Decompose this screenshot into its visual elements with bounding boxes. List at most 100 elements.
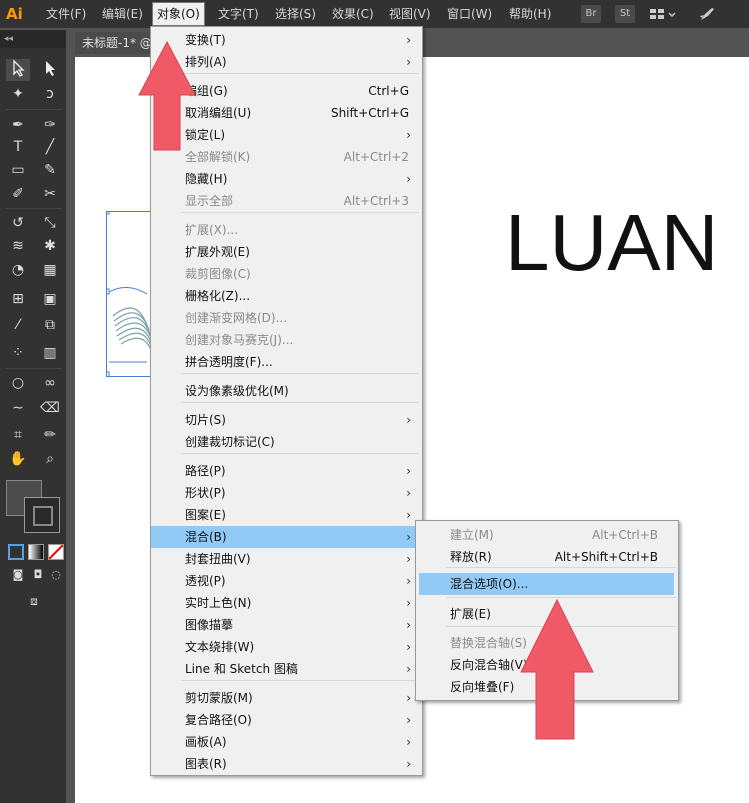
- rocket-icon[interactable]: [697, 5, 717, 23]
- object-menu-item[interactable]: 透视(P) ›: [151, 570, 422, 592]
- object-menu-item[interactable]: 扩展外观(E): [151, 241, 422, 263]
- hand-tool-icon[interactable]: ✋: [6, 448, 30, 470]
- none-mode-icon[interactable]: [48, 544, 64, 560]
- object-menu-item: 扩展(X)...: [151, 219, 422, 241]
- menu-select[interactable]: 选择(S): [271, 3, 320, 25]
- object-menu-item[interactable]: 图像描摹 ›: [151, 614, 422, 636]
- smooth-tool-icon[interactable]: ∼: [6, 397, 30, 419]
- scale-tool-icon[interactable]: ⤡: [38, 212, 62, 234]
- menu-item-label: 替换混合轴(S): [450, 636, 527, 650]
- menu-item-label: 画板(A): [185, 735, 227, 749]
- menu-type[interactable]: 文字(T): [214, 3, 263, 25]
- artboard-tool-icon[interactable]: ○: [6, 372, 30, 394]
- screen-mode-icon[interactable]: ⧈: [22, 590, 46, 612]
- pencil-tool-icon[interactable]: ✏: [38, 424, 62, 446]
- blend-submenu-item: 建立(M) Alt+Ctrl+B: [416, 524, 678, 546]
- menu-help[interactable]: 帮助(H): [505, 3, 555, 25]
- selected-blend-object[interactable]: [103, 208, 154, 378]
- stroke-swatch[interactable]: [24, 497, 60, 533]
- color-mode-icon[interactable]: [8, 544, 24, 560]
- shaper-tool-icon[interactable]: ✐: [6, 183, 30, 205]
- graph-tool-icon[interactable]: ▥: [38, 342, 62, 364]
- menu-edit[interactable]: 编辑(E): [98, 3, 147, 25]
- menu-item-label: 创建裁切标记(C): [185, 435, 275, 449]
- object-menu-item[interactable]: 复合路径(O) ›: [151, 709, 422, 731]
- eraser-tool-icon[interactable]: ⌫: [38, 397, 62, 419]
- mesh-tool-icon[interactable]: ⊞: [6, 288, 30, 310]
- object-menu-item[interactable]: 剪切蒙版(M) ›: [151, 687, 422, 709]
- zoom-tool-icon[interactable]: ⌕: [38, 448, 62, 470]
- lasso-icon[interactable]: ↄ: [38, 83, 62, 105]
- menu-item-label: 拼合透明度(F)...: [185, 355, 273, 369]
- object-menu-item[interactable]: 设为像素级优化(M): [151, 380, 422, 402]
- submenu-chevron-icon: ›: [406, 574, 411, 588]
- object-menu-item[interactable]: 画板(A) ›: [151, 731, 422, 753]
- menu-window[interactable]: 窗口(W): [443, 3, 496, 25]
- menu-item-label: 隐藏(H): [185, 172, 228, 186]
- menu-item-label: 栅格化(Z)...: [185, 289, 251, 303]
- object-menu-item[interactable]: 栅格化(Z)...: [151, 285, 422, 307]
- slice-tool-icon[interactable]: ∞: [38, 372, 62, 394]
- symbol-sprayer-icon[interactable]: ⁘: [6, 342, 30, 364]
- gradient-mode-icon[interactable]: [28, 544, 44, 560]
- shape-builder-icon[interactable]: ◔: [6, 259, 30, 281]
- menu-object[interactable]: 对象(O): [152, 2, 205, 26]
- object-menu-item[interactable]: 创建裁切标记(C): [151, 431, 422, 453]
- object-menu-item[interactable]: 混合(B) ›: [151, 526, 422, 548]
- draw-inside-icon[interactable]: ◌: [44, 564, 68, 586]
- object-menu-item[interactable]: 隐藏(H) ›: [151, 168, 422, 190]
- menu-item-label: 扩展(X)...: [185, 223, 239, 237]
- object-menu-item[interactable]: 路径(P) ›: [151, 460, 422, 482]
- eyedropper-icon[interactable]: ⁄: [6, 314, 30, 336]
- perspective-grid-icon[interactable]: ▦: [38, 259, 62, 281]
- submenu-chevron-icon: ›: [406, 530, 411, 544]
- menu-view[interactable]: 视图(V): [385, 3, 435, 25]
- blend-submenu-item[interactable]: 释放(R) Alt+Shift+Ctrl+B: [416, 546, 678, 568]
- direct-selection-tool-icon[interactable]: [38, 59, 62, 81]
- app-logo: Ai: [6, 5, 23, 23]
- line-tool-icon[interactable]: ╱: [38, 136, 62, 158]
- stock-button[interactable]: St: [615, 5, 635, 23]
- object-menu-item[interactable]: Line 和 Sketch 图稿 ›: [151, 658, 422, 680]
- object-menu-item[interactable]: 文本绕排(W) ›: [151, 636, 422, 658]
- menu-item-label: 实时上色(N): [185, 596, 252, 610]
- object-menu-item[interactable]: 图案(E) ›: [151, 504, 422, 526]
- bridge-button[interactable]: Br: [581, 5, 601, 23]
- menu-item-label: 复合路径(O): [185, 713, 252, 727]
- submenu-chevron-icon: ›: [406, 128, 411, 142]
- object-menu-item[interactable]: 形状(P) ›: [151, 482, 422, 504]
- menu-separator: [181, 402, 419, 403]
- selection-tool-icon[interactable]: [6, 59, 30, 81]
- magic-wand-icon[interactable]: ✦: [6, 83, 30, 105]
- object-menu-item[interactable]: 封套扭曲(V) ›: [151, 548, 422, 570]
- object-menu-item[interactable]: 切片(S) ›: [151, 409, 422, 431]
- object-menu-item[interactable]: 图表(R) ›: [151, 753, 422, 775]
- object-menu-item[interactable]: 实时上色(N) ›: [151, 592, 422, 614]
- width-tool-icon[interactable]: ≋: [6, 235, 30, 257]
- blend-submenu-item[interactable]: 混合选项(O)...: [419, 573, 674, 595]
- curvature-tool-icon[interactable]: ✑: [38, 114, 62, 136]
- gradient-tool-icon[interactable]: ▣: [38, 288, 62, 310]
- menu-file[interactable]: 文件(F): [42, 3, 90, 25]
- menu-item-shortcut: Ctrl+G: [368, 84, 409, 98]
- menu-item-label: 封套扭曲(V): [185, 552, 251, 566]
- object-menu-item[interactable]: 拼合透明度(F)...: [151, 351, 422, 373]
- menu-effect[interactable]: 效果(C): [328, 3, 378, 25]
- submenu-chevron-icon: ›: [406, 33, 411, 47]
- crop-tool-icon[interactable]: ⌗: [6, 424, 30, 446]
- puppet-warp-icon[interactable]: ✱: [38, 235, 62, 257]
- panel-collapse-icon[interactable]: ◂◂: [0, 30, 66, 48]
- workspace-icon[interactable]: [648, 5, 678, 23]
- rectangle-tool-icon[interactable]: ▭: [6, 159, 30, 181]
- type-tool-icon[interactable]: T: [6, 136, 30, 158]
- paintbrush-icon[interactable]: ✎: [38, 159, 62, 181]
- blend-tool-icon[interactable]: ⧉: [38, 314, 62, 336]
- object-menu-item: 裁剪图像(C): [151, 263, 422, 285]
- up-arrow-annotation: [138, 40, 196, 151]
- menu-item-label: 图像描摹: [185, 618, 234, 632]
- scissors-icon[interactable]: ✂: [38, 183, 62, 205]
- pen-tool-icon[interactable]: ✒: [6, 114, 30, 136]
- rotate-tool-icon[interactable]: ↺: [6, 212, 30, 234]
- object-menu-item: 显示全部 Alt+Ctrl+3: [151, 190, 422, 212]
- submenu-chevron-icon: ›: [406, 552, 411, 566]
